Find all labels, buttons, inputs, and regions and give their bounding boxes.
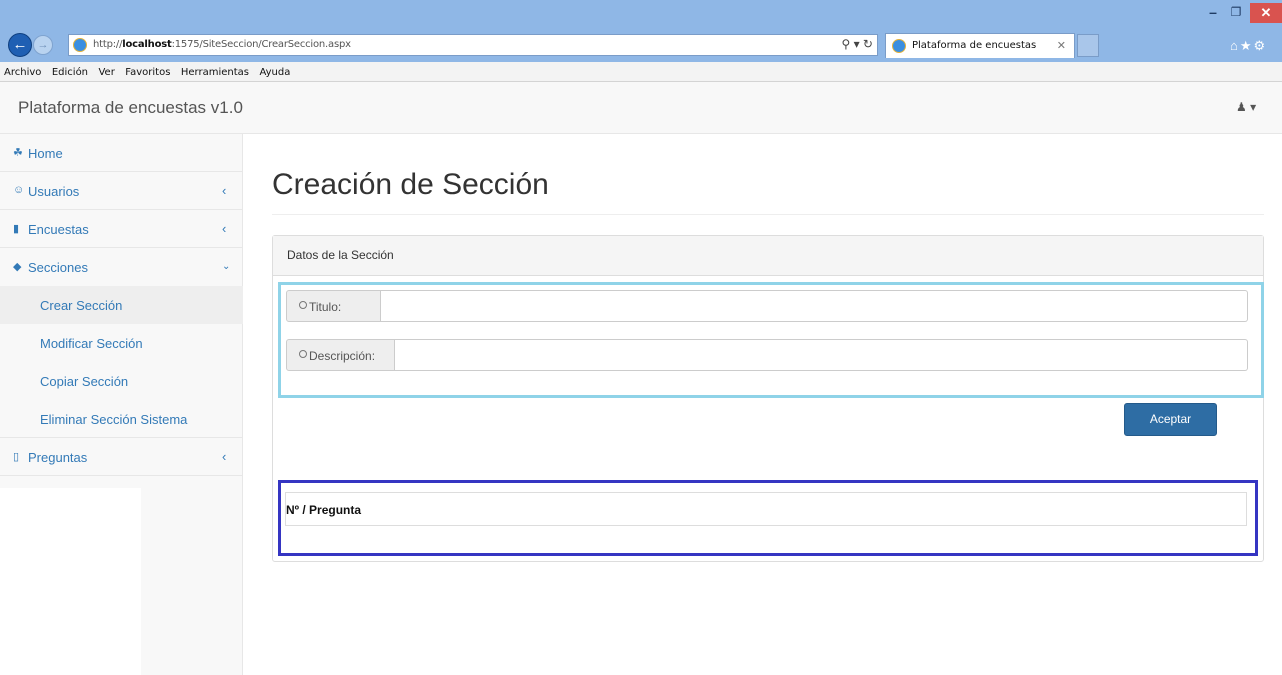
address-bar[interactable]: http://localhost:1575/SiteSeccion/CrearS… [68,34,878,56]
browser-tab[interactable]: Plataforma de encuestas ✕ [885,33,1075,58]
page-title: Creación de Sección [272,168,549,201]
user-menu[interactable]: ♟ ▾ [1236,100,1256,114]
menu-ver[interactable]: Ver [95,64,117,78]
close-window-icon[interactable]: ✕ [1250,3,1282,23]
questions-table-header: Nº / Pregunta [285,492,1247,526]
browser-menubar: Archivo Edición Ver Favoritos Herramient… [0,62,1282,82]
descripcion-input-group: Descripción: [286,339,1248,371]
sidebar: ☘ Home ☺ Usuarios ‹ ▮ Encuestas ‹ ◆ Secc… [0,134,243,675]
descripcion-label: Descripción: [309,349,376,363]
subitem-eliminar-seccion[interactable]: Eliminar Sección Sistema [0,400,243,438]
title-divider [272,214,1264,215]
chevron-down-icon: ⌄ [222,261,231,272]
app-navbar: Plataforma de encuestas v1.0 ♟ ▾ [0,82,1282,134]
subitem-modificar-seccion[interactable]: Modificar Sección [0,324,243,362]
ie-tab-icon [892,39,906,53]
menu-archivo[interactable]: Archivo [0,64,44,78]
sidebar-item-label: Home [28,146,63,161]
menu-herramientas[interactable]: Herramientas [178,64,252,78]
tab-title: Plataforma de encuestas [912,40,1037,51]
titulo-input-group: Titulo: [286,290,1248,322]
chevron-left-icon: ‹ [222,449,227,464]
subitem-crear-seccion[interactable]: Crear Sección [0,286,243,324]
forward-button[interactable]: → [33,35,53,55]
descripcion-addon: Descripción: [286,339,395,371]
menu-favoritos[interactable]: Favoritos [122,64,173,78]
subitem-label: Copiar Sección [40,374,129,389]
minimize-icon[interactable]: – [1205,5,1221,20]
column-header-pregunta: Nº / Pregunta [286,503,362,517]
menu-ayuda[interactable]: Ayuda [256,64,293,78]
search-refresh-icons[interactable]: ⚲ ▾ ↻ [841,37,873,51]
sidebar-item-secciones[interactable]: ◆ Secciones ⌄ [0,248,243,286]
radio-icon [299,350,307,358]
subitem-copiar-seccion[interactable]: Copiar Sección [0,362,243,400]
user-icon: ♟ [1236,100,1247,114]
subitem-label: Modificar Sección [40,336,143,351]
brand-title[interactable]: Plataforma de encuestas v1.0 [18,98,243,118]
sidebar-item-encuestas[interactable]: ▮ Encuestas ‹ [0,210,243,248]
subitem-label: Eliminar Sección Sistema [40,412,188,427]
bookmark-icon: ▮ [13,223,20,235]
sidebar-item-label: Preguntas [28,450,88,465]
chevron-left-icon: ‹ [222,183,227,198]
sidebar-item-home[interactable]: ☘ Home [0,134,243,172]
sidebar-item-label: Usuarios [28,184,80,199]
users-icon: ☺ [13,184,25,196]
descripcion-input[interactable] [395,339,1248,371]
chevron-left-icon: ‹ [222,221,227,236]
menu-edicion[interactable]: Edición [49,64,91,78]
subitem-label: Crear Sección [40,298,123,313]
home-star-gear-icons[interactable]: ⌂★⚙ [1230,38,1267,54]
browser-titlebar: ← → http://localhost:1575/SiteSeccion/Cr… [0,0,1282,62]
bookmark-outline-icon: ▯ [13,451,20,463]
tags-icon: ◆ [13,261,22,273]
titulo-input[interactable] [381,290,1248,322]
restore-icon[interactable]: ❐ [1228,6,1244,20]
sidebar-nav: ☘ Home ☺ Usuarios ‹ ▮ Encuestas ‹ ◆ Secc… [0,134,243,488]
tab-close-icon[interactable]: ✕ [1057,39,1066,52]
aceptar-button[interactable]: Aceptar [1124,403,1217,436]
new-tab-button[interactable] [1077,34,1099,57]
panel-heading: Datos de la Sección [273,236,1263,276]
sidebar-item-usuarios[interactable]: ☺ Usuarios ‹ [0,172,243,210]
caret-down-icon: ▾ [1250,100,1257,114]
sidebar-item-label: Encuestas [28,222,89,237]
address-url[interactable]: http://localhost:1575/SiteSeccion/CrearS… [93,39,351,50]
radio-icon [299,301,307,309]
titulo-addon: Titulo: [286,290,381,322]
home-icon: ☘ [13,147,23,159]
sidebar-item-label: Secciones [28,260,88,275]
titulo-label: Titulo: [309,300,342,314]
sidebar-item-preguntas[interactable]: ▯ Preguntas ‹ [0,438,243,476]
sidebar-background [141,488,243,675]
panel-title: Datos de la Sección [287,248,394,262]
ie-page-icon [73,38,87,52]
back-button[interactable]: ← [8,33,32,57]
